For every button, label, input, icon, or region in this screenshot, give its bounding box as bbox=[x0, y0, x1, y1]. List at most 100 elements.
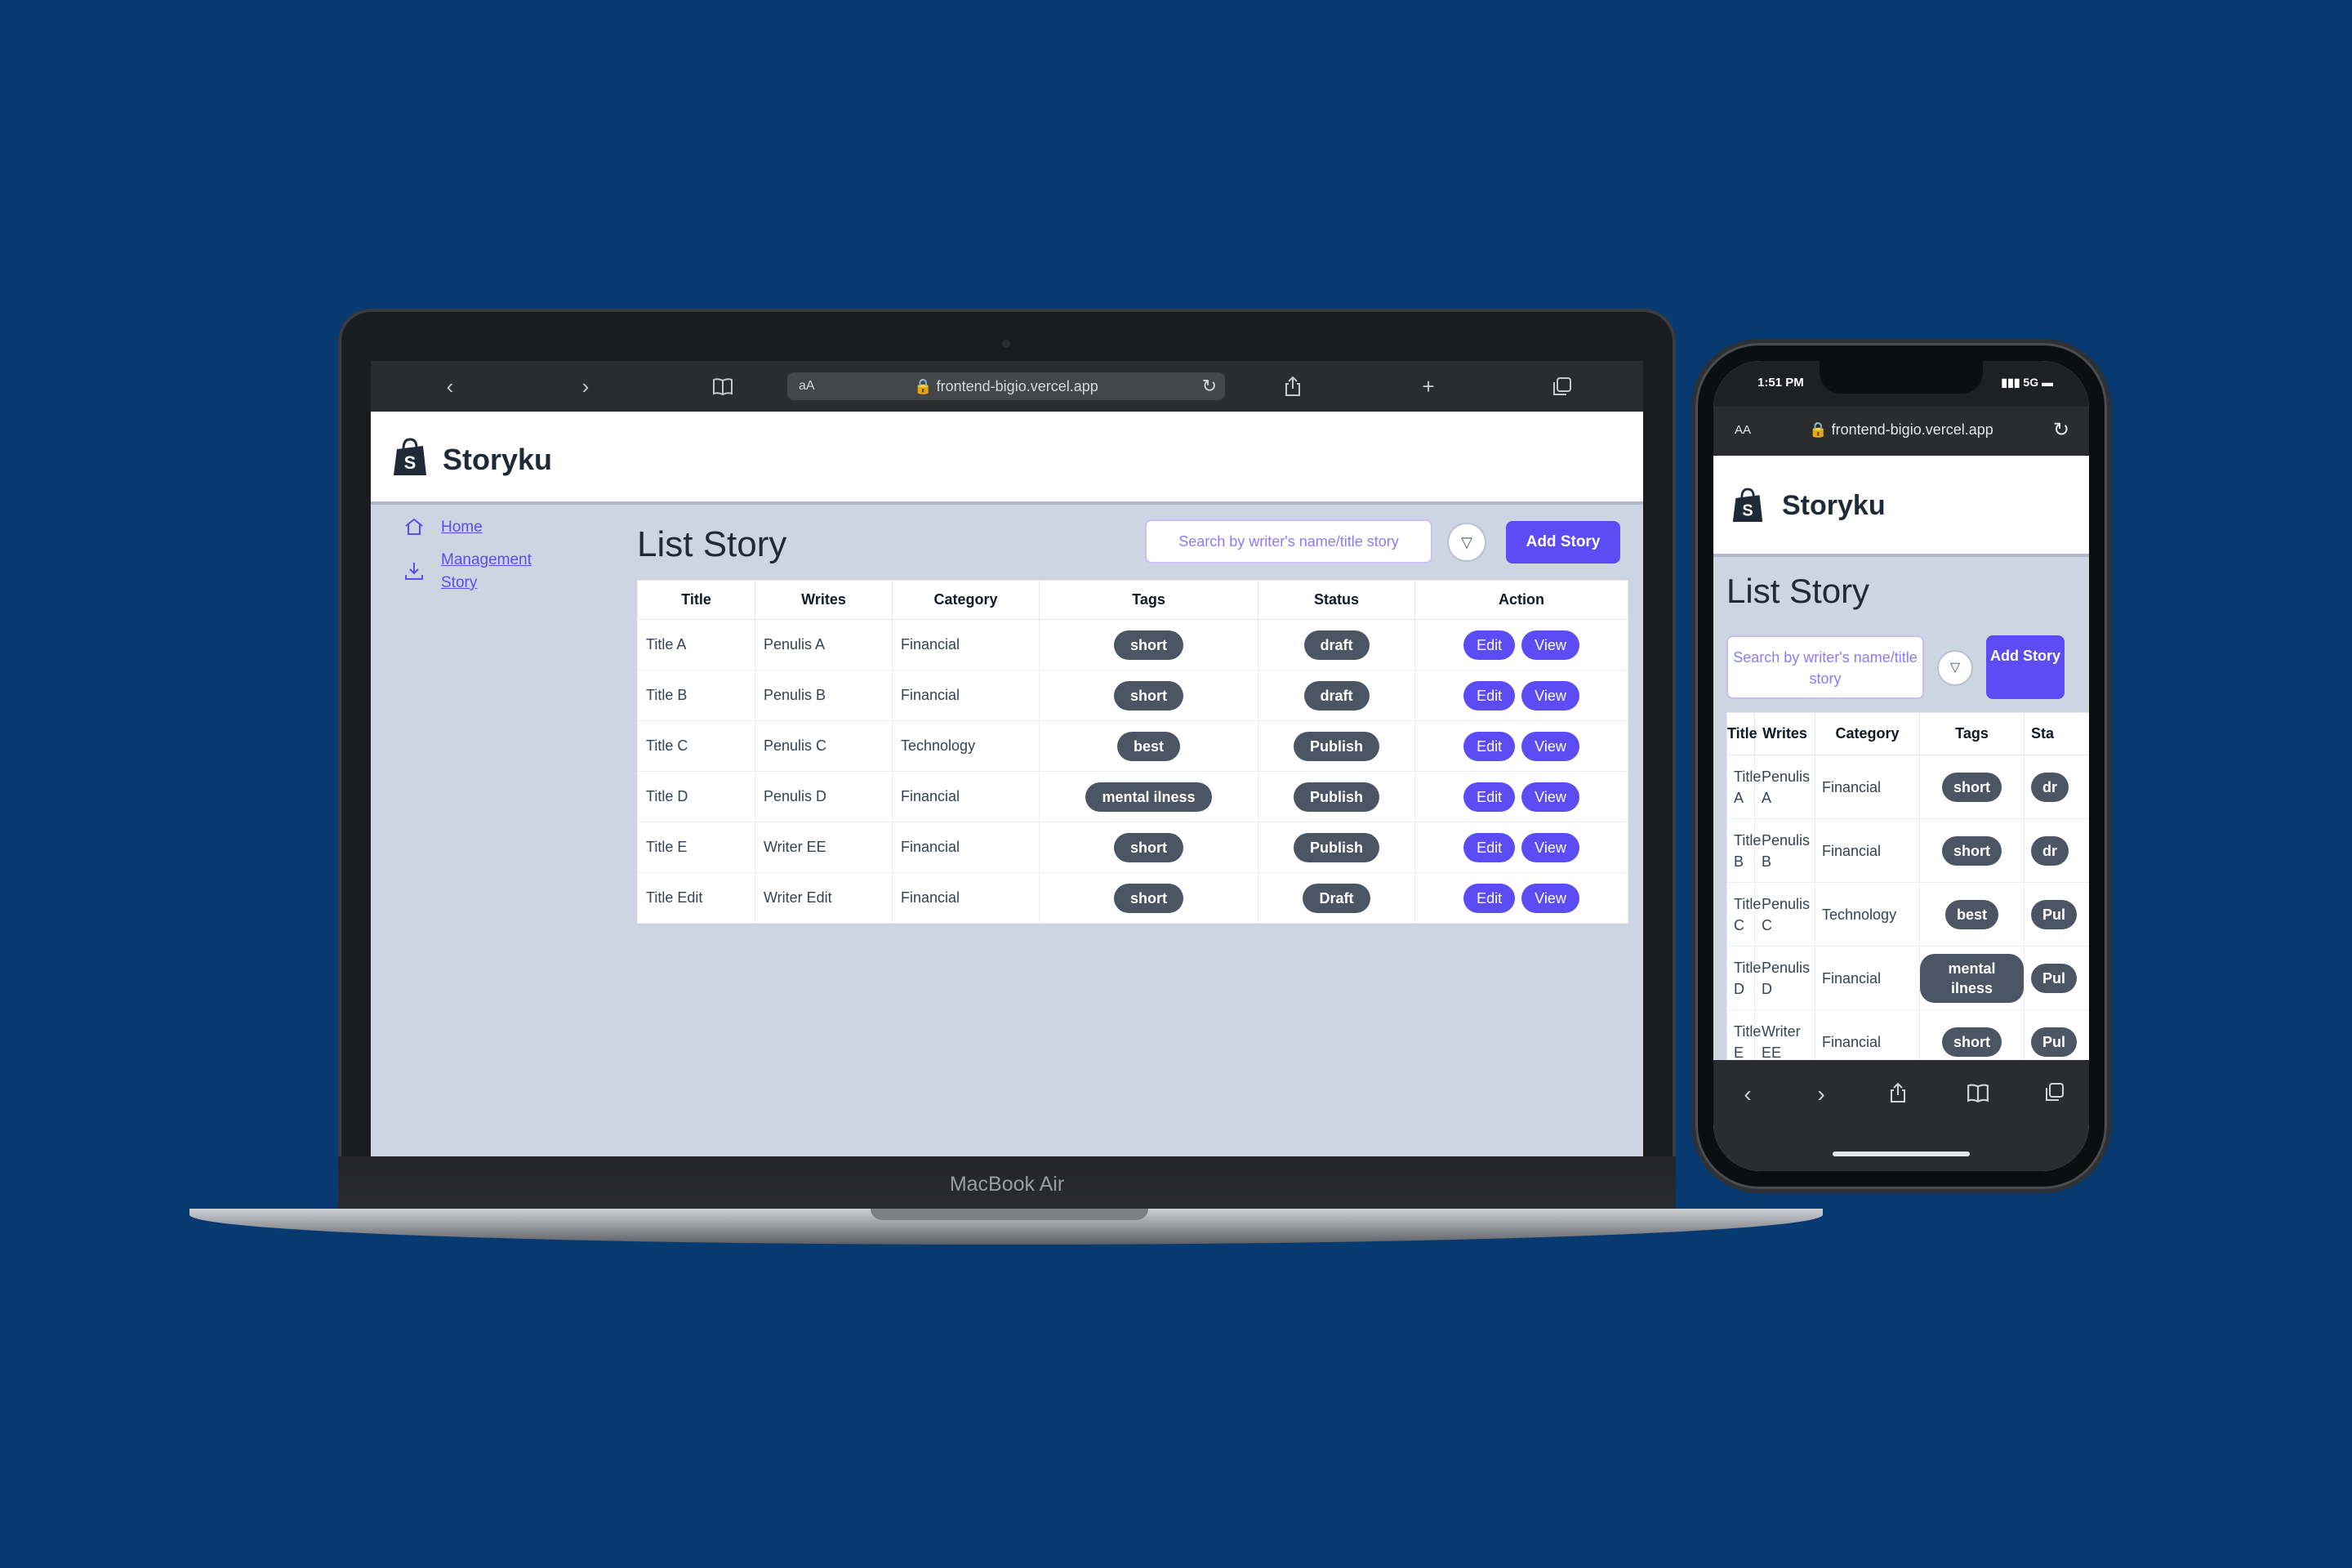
edit-button[interactable]: Edit bbox=[1463, 630, 1516, 660]
table-scroll-area[interactable]: Title Writes Category Tags Sta Title A Pe… bbox=[1726, 712, 2089, 1060]
cell-title: Title A bbox=[637, 619, 755, 670]
column-header: Action bbox=[1414, 580, 1628, 620]
cell-status: Draft bbox=[1258, 872, 1415, 924]
view-button[interactable]: View bbox=[1521, 680, 1579, 710]
bookmarks-icon[interactable] bbox=[712, 376, 733, 397]
cell-tags: mental ilness bbox=[1919, 946, 2025, 1010]
brand-name[interactable]: Storyku bbox=[1782, 490, 1886, 522]
cell-status: Publish bbox=[1258, 822, 1415, 873]
view-button[interactable]: View bbox=[1521, 630, 1579, 660]
reload-icon[interactable]: ↻ bbox=[2053, 418, 2069, 442]
tag-badge: short bbox=[1114, 832, 1183, 862]
cell-category: Financial bbox=[1815, 946, 1920, 1010]
tag-badge: best bbox=[1944, 899, 1998, 929]
brand-name[interactable]: Storyku bbox=[443, 443, 552, 477]
edit-button[interactable]: Edit bbox=[1463, 731, 1516, 761]
laptop-brand-label: MacBook Air bbox=[949, 1173, 1065, 1196]
browser-toolbar: ‹ › aA 🔒 frontend-bigio.vercel.app ↻ + bbox=[371, 361, 1643, 412]
column-header: Title bbox=[637, 580, 755, 620]
edit-button[interactable]: Edit bbox=[1463, 680, 1516, 710]
tag-badge: short bbox=[1942, 1027, 2002, 1057]
cell-status: Publish bbox=[1258, 720, 1415, 772]
shopping-bag-logo-icon: S bbox=[1732, 488, 1763, 522]
cell-writer: Writer EE bbox=[1754, 1009, 1815, 1060]
search-input[interactable]: Search by writer's name/title story bbox=[1145, 519, 1432, 564]
status-badge: dr bbox=[2031, 835, 2069, 866]
home-indicator[interactable] bbox=[1833, 1152, 1970, 1156]
column-header: Writes bbox=[755, 580, 893, 620]
tag-badge: short bbox=[1114, 883, 1183, 913]
laptop-screen: ‹ › aA 🔒 frontend-bigio.vercel.app ↻ + S… bbox=[371, 361, 1643, 1156]
edit-button[interactable]: Edit bbox=[1463, 832, 1516, 862]
share-icon[interactable] bbox=[1882, 1081, 1914, 1110]
status-badge: dr bbox=[2031, 772, 2069, 802]
cell-tags: short bbox=[1919, 818, 2025, 883]
tag-badge: short bbox=[1942, 835, 2002, 866]
new-tab-icon[interactable]: + bbox=[1418, 376, 1439, 397]
cell-writer: Penulis A bbox=[755, 619, 893, 670]
page-title: List Story bbox=[637, 524, 787, 564]
svg-text:S: S bbox=[1742, 502, 1753, 520]
add-story-button[interactable]: Add Story bbox=[1986, 635, 2065, 699]
cell-title: Title Edit bbox=[637, 872, 755, 924]
cell-tags: short bbox=[1039, 822, 1258, 873]
search-input[interactable]: Search by writer's name/title story bbox=[1726, 635, 1924, 699]
column-header: Category bbox=[892, 580, 1040, 620]
sidebar-item-home[interactable]: Home bbox=[403, 516, 608, 539]
add-story-button[interactable]: Add Story bbox=[1506, 521, 1620, 564]
filter-icon[interactable]: ▽ bbox=[1937, 650, 1973, 686]
cell-writer: Penulis C bbox=[1754, 882, 1815, 947]
cell-status: draft bbox=[1258, 619, 1415, 670]
table-row: Title D Penulis D Financial mental ilness Pu… bbox=[1726, 946, 2089, 1010]
table-header-row: Title Writes Category Tags Status Action bbox=[637, 580, 1628, 620]
back-icon[interactable]: ‹ bbox=[439, 376, 461, 397]
page-title: List Story bbox=[1726, 572, 1870, 610]
sidebar-item-management-story[interactable]: Management Story bbox=[403, 549, 559, 595]
cell-category: Financial bbox=[892, 670, 1040, 721]
forward-icon[interactable]: › bbox=[1805, 1081, 1838, 1107]
cell-tags: mental ilness bbox=[1039, 771, 1258, 822]
cell-action: Edit View bbox=[1414, 771, 1628, 822]
column-header: Writes bbox=[1754, 712, 1815, 755]
status-badge: Publish bbox=[1293, 782, 1379, 812]
cell-status: Pul bbox=[2024, 1009, 2089, 1060]
download-icon bbox=[403, 560, 426, 583]
edit-button[interactable]: Edit bbox=[1463, 782, 1516, 812]
cell-status: Publish bbox=[1258, 771, 1415, 822]
reload-icon[interactable]: ↻ bbox=[1202, 372, 1217, 400]
tabs-icon[interactable] bbox=[1552, 376, 1573, 397]
address-bar[interactable]: AA 🔒 frontend-bigio.vercel.app ↻ bbox=[1713, 407, 2089, 456]
view-button[interactable]: View bbox=[1521, 883, 1579, 913]
edit-button[interactable]: Edit bbox=[1463, 883, 1516, 913]
cell-title: Title B bbox=[637, 670, 755, 721]
cell-tags: short bbox=[1919, 1009, 2025, 1060]
cell-title: Title E bbox=[637, 822, 755, 873]
status-badge: Publish bbox=[1293, 832, 1379, 862]
cell-tags: best bbox=[1919, 882, 2025, 947]
status-badge: Pul bbox=[2031, 963, 2078, 993]
home-icon bbox=[403, 516, 426, 539]
view-button[interactable]: View bbox=[1521, 832, 1579, 862]
cell-title: Title C bbox=[637, 720, 755, 772]
bookmarks-icon[interactable] bbox=[1962, 1081, 1994, 1110]
cell-category: Financial bbox=[892, 872, 1040, 924]
cell-category: Financial bbox=[1815, 818, 1920, 883]
tabs-icon[interactable] bbox=[2038, 1081, 2071, 1108]
cell-writer: Penulis C bbox=[755, 720, 893, 772]
back-icon[interactable]: ‹ bbox=[1731, 1081, 1764, 1107]
view-button[interactable]: View bbox=[1521, 782, 1579, 812]
address-bar[interactable]: aA 🔒 frontend-bigio.vercel.app ↻ bbox=[787, 372, 1225, 400]
cell-category: Technology bbox=[892, 720, 1040, 772]
svg-text:S: S bbox=[404, 452, 416, 473]
table-row: Title A Penulis A Financial short dr bbox=[1726, 755, 2089, 819]
url-text: 🔒 frontend-bigio.vercel.app bbox=[914, 378, 1098, 394]
filter-icon[interactable]: ▽ bbox=[1447, 523, 1486, 562]
view-button[interactable]: View bbox=[1521, 731, 1579, 761]
status-badge: Draft bbox=[1303, 883, 1370, 913]
cell-category: Financial bbox=[892, 771, 1040, 822]
cell-action: Edit View bbox=[1414, 720, 1628, 772]
table-row: Title Edit Writer Edit Financial short Draft… bbox=[637, 872, 1628, 924]
share-icon[interactable] bbox=[1282, 376, 1303, 397]
forward-icon[interactable]: › bbox=[575, 376, 596, 397]
sidebar-item-label: Management Story bbox=[441, 551, 532, 591]
